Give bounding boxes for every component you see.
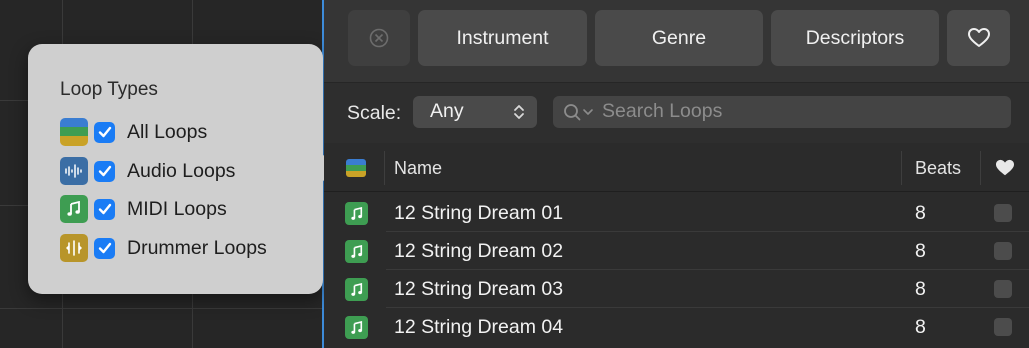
list-item[interactable]: 12 String Dream 01 8	[324, 194, 1029, 232]
loop-name: 12 String Dream 04	[394, 316, 564, 338]
list-item[interactable]: 12 String Dream 02 8	[324, 232, 1029, 270]
clear-filters-button[interactable]	[348, 10, 410, 66]
checkbox-drummer-loops[interactable]	[94, 237, 115, 259]
updown-chevron-icon	[514, 105, 524, 119]
favorite-checkbox[interactable]	[994, 204, 1012, 222]
loop-beats: 8	[915, 240, 926, 262]
search-placeholder: Search Loops	[602, 100, 723, 122]
scale-select[interactable]: Any	[413, 96, 537, 128]
midi-note-icon	[60, 195, 88, 223]
midi-note-icon	[345, 202, 368, 225]
loop-beats: 8	[915, 278, 926, 300]
heart-icon[interactable]	[995, 159, 1015, 177]
loop-type-label: Drummer Loops	[127, 236, 267, 259]
loop-name: 12 String Dream 03	[394, 278, 564, 300]
all-loops-icon	[60, 118, 88, 146]
favorite-checkbox[interactable]	[994, 318, 1012, 336]
midi-note-icon	[345, 278, 368, 301]
loop-type-label: All Loops	[127, 120, 208, 143]
scale-label: Scale:	[347, 102, 402, 124]
instrument-button[interactable]: Instrument	[418, 10, 587, 66]
loop-name: 12 String Dream 01	[394, 202, 564, 224]
checkbox-audio-loops[interactable]	[94, 160, 115, 182]
loop-types-popover: Loop Types All Loops Audio Loops MIDI Lo…	[28, 44, 323, 294]
browser-toolbar: Instrument Genre Descriptors	[324, 0, 1029, 83]
search-icon	[564, 104, 593, 121]
search-input[interactable]: Search Loops	[553, 96, 1011, 128]
loop-type-all[interactable]: All Loops	[60, 118, 208, 146]
heart-icon	[967, 28, 990, 47]
loop-name: 12 String Dream 02	[394, 240, 564, 262]
favorites-button[interactable]	[947, 10, 1010, 66]
checkbox-midi-loops[interactable]	[94, 198, 115, 220]
loop-beats: 8	[915, 316, 926, 338]
loop-type-label: MIDI Loops	[127, 197, 227, 220]
descriptors-button[interactable]: Descriptors	[771, 10, 939, 66]
loop-type-audio[interactable]: Audio Loops	[60, 157, 236, 185]
audio-waveform-icon	[60, 157, 88, 185]
popover-title: Loop Types	[60, 79, 158, 100]
loop-type-label: Audio Loops	[127, 159, 236, 182]
column-header-beats[interactable]: Beats	[915, 158, 961, 179]
column-header-name[interactable]: Name	[394, 158, 442, 179]
midi-note-icon	[345, 240, 368, 263]
favorite-checkbox[interactable]	[994, 280, 1012, 298]
search-bar-row: Scale: Any Search Loops	[324, 83, 1029, 143]
list-item[interactable]: 12 String Dream 04 8	[324, 308, 1029, 346]
scale-value: Any	[430, 100, 464, 122]
loop-type-drummer[interactable]: Drummer Loops	[60, 234, 267, 262]
drummer-icon	[60, 234, 88, 262]
loop-type-column-icon[interactable]	[346, 159, 366, 177]
loop-beats: 8	[915, 202, 926, 224]
midi-note-icon	[345, 316, 368, 339]
favorite-checkbox[interactable]	[994, 242, 1012, 260]
loop-browser: Instrument Genre Descriptors Scale: Any …	[324, 0, 1029, 348]
clear-icon	[369, 28, 389, 48]
loop-type-midi[interactable]: MIDI Loops	[60, 195, 227, 223]
list-header: Name Beats	[324, 143, 1029, 192]
genre-button[interactable]: Genre	[595, 10, 763, 66]
checkbox-all-loops[interactable]	[94, 121, 115, 143]
list-item[interactable]: 12 String Dream 03 8	[324, 270, 1029, 308]
